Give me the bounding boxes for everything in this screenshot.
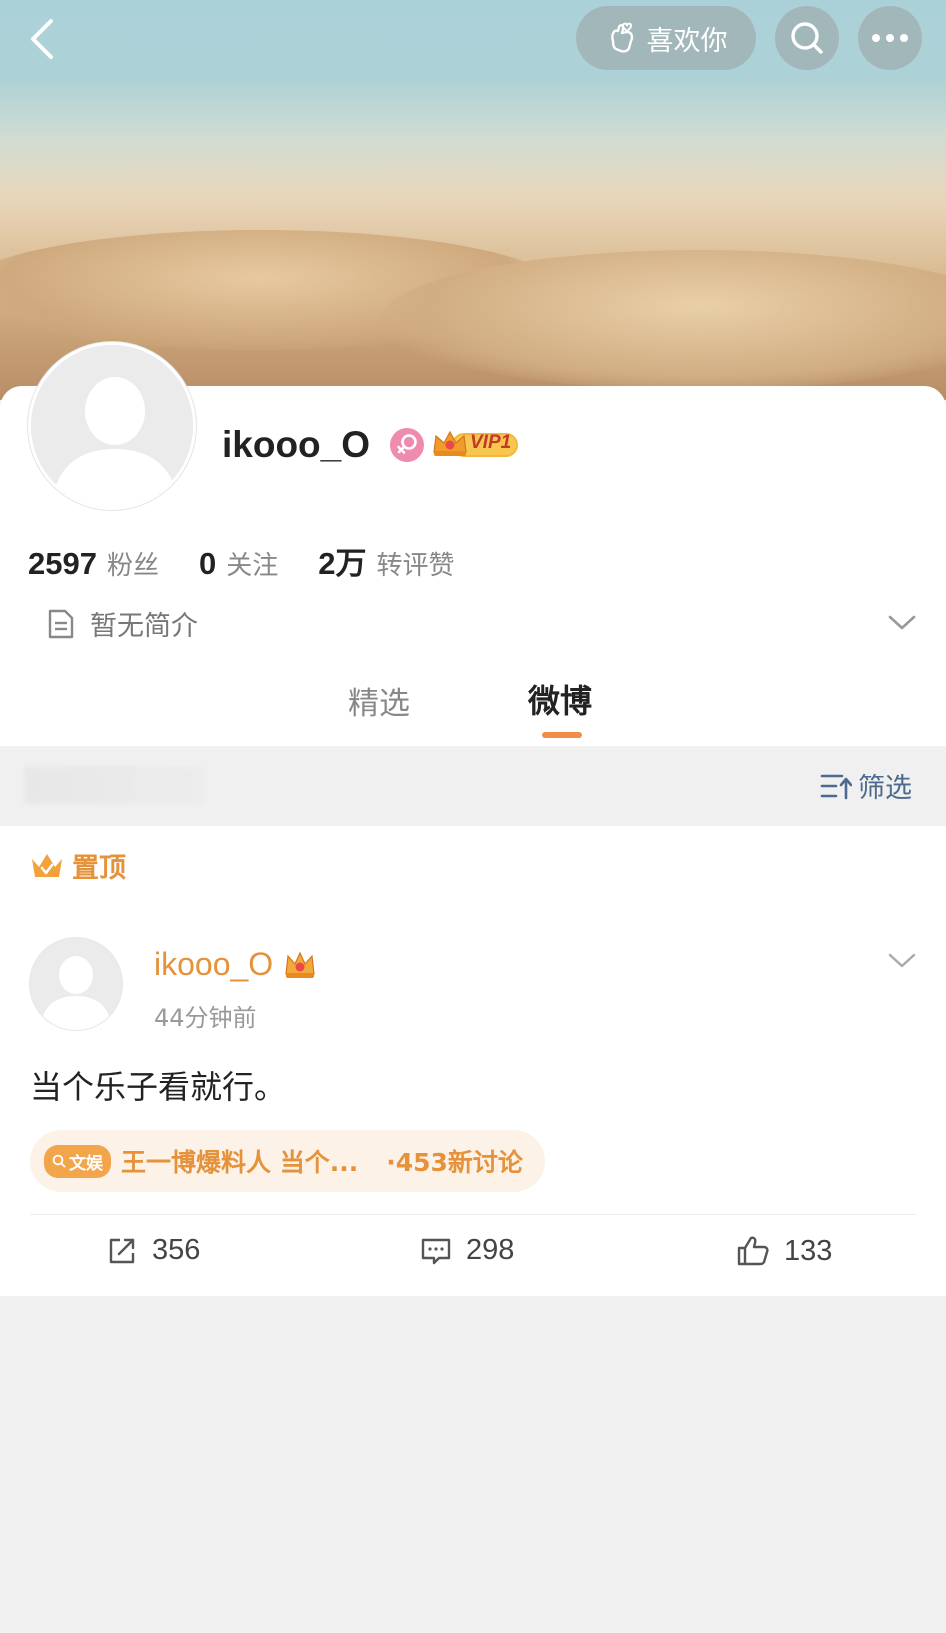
post-card[interactable]: 置顶 ikooo_O 44分钟前 当个乐子看就行。 文娱 王一博爆料人 当个..… [0, 826, 946, 1296]
like-button[interactable]: 133 [736, 1234, 832, 1268]
tab-jingxuan[interactable]: 精选 [348, 678, 410, 723]
vip-badge[interactable]: VIP1 [432, 426, 520, 462]
comment-count: 298 [466, 1234, 515, 1266]
tab-weibo[interactable]: 微博 [528, 676, 592, 722]
filter-icon [820, 774, 852, 799]
interactions-label: 转评赞 [376, 551, 455, 581]
following-count: 0 [198, 546, 217, 581]
topic-tag-label: 文娱 [69, 1153, 103, 1174]
stat-followers[interactable]: 2597 粉丝 [28, 545, 159, 582]
comment-button[interactable]: 298 [420, 1234, 514, 1267]
like-you-label: 喜欢你 [646, 25, 728, 57]
post-actions: 356 298 133 [0, 1218, 946, 1296]
chevron-down-icon [888, 953, 916, 968]
chevron-down-icon [888, 615, 916, 630]
filter-bar: 筛选 [0, 746, 946, 826]
repost-icon [109, 1238, 135, 1263]
search-icon [791, 22, 823, 54]
topic-count: ·453新讨论 [386, 1148, 523, 1177]
document-icon [48, 609, 74, 638]
pinned-indicator: 置顶 [30, 846, 126, 885]
followers-label: 粉丝 [106, 551, 159, 581]
stat-following[interactable]: 0 关注 [199, 545, 278, 582]
blurred-area [24, 766, 204, 804]
default-avatar-icon [30, 938, 122, 1030]
followers-count: 2597 [28, 546, 97, 581]
thumbs-up-icon [737, 1236, 769, 1266]
pinned-label: 置顶 [72, 853, 126, 884]
like-count: 133 [784, 1234, 833, 1267]
comment-icon [421, 1238, 451, 1264]
post-avatar[interactable] [30, 938, 122, 1030]
post-menu-button[interactable] [886, 950, 918, 972]
search-button[interactable] [775, 6, 839, 70]
post-username[interactable]: ikooo_O [154, 946, 273, 983]
like-you-button[interactable]: 喜欢你 [576, 6, 756, 70]
back-icon [31, 19, 53, 59]
repost-button[interactable]: 356 [106, 1234, 200, 1267]
interactions-count: 2万 [318, 546, 367, 581]
avatar[interactable] [28, 342, 196, 510]
bio-text: 暂无简介 [90, 611, 198, 642]
profile-username: ikooo_O [222, 424, 371, 465]
more-button[interactable] [858, 6, 922, 70]
bio-expand-button[interactable] [886, 612, 918, 634]
filter-button[interactable]: 筛选 [820, 766, 912, 805]
post-time: 44分钟前 [154, 1004, 257, 1032]
following-label: 关注 [226, 551, 279, 581]
active-tab-indicator [542, 732, 582, 738]
divider [30, 1214, 916, 1215]
repost-count: 356 [152, 1234, 201, 1266]
female-icon [390, 428, 424, 462]
search-icon [52, 1154, 66, 1168]
bio[interactable]: 暂无简介 [46, 604, 198, 643]
topic-chip[interactable]: 文娱 王一博爆料人 当个... ·453新讨论 [30, 1130, 545, 1192]
stat-interactions[interactable]: 2万 转评赞 [318, 538, 454, 583]
back-button[interactable] [18, 14, 66, 64]
filter-label: 筛选 [858, 773, 912, 804]
more-icon [872, 34, 908, 42]
default-avatar-icon [31, 345, 193, 507]
topic-title: 王一博爆料人 当个... [121, 1148, 359, 1177]
profile-tabs: 精选 微博 [0, 676, 946, 746]
profile-stats: 2597 粉丝 0 关注 2万 转评赞 [28, 538, 495, 583]
topic-tag: 文娱 [44, 1144, 111, 1178]
vip-label: VIP1 [470, 432, 512, 453]
post-text: 当个乐子看就行。 [30, 1068, 287, 1106]
vip-crown-icon [284, 948, 316, 980]
crown-icon [32, 853, 62, 877]
hand-heart-icon [610, 22, 633, 53]
